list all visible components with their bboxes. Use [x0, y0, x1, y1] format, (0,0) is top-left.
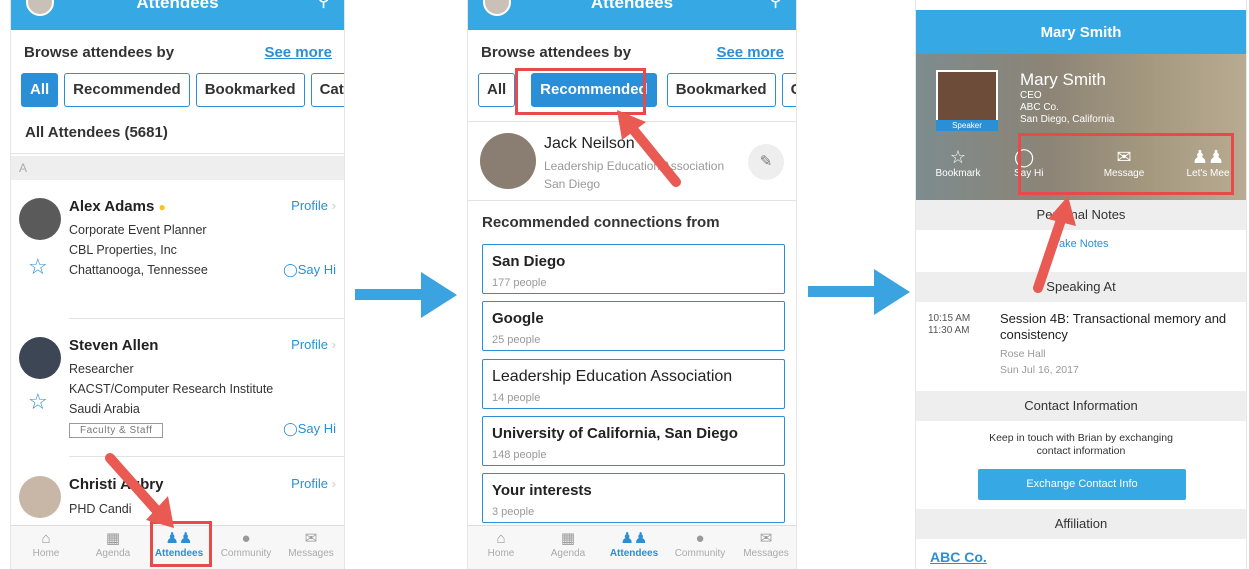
pointer-arrow-attendees	[105, 453, 174, 528]
pointer-arrow-recommended	[617, 110, 681, 187]
pointer-arrow-say-hi	[1033, 196, 1076, 293]
pointer-arrows	[105, 110, 1076, 528]
